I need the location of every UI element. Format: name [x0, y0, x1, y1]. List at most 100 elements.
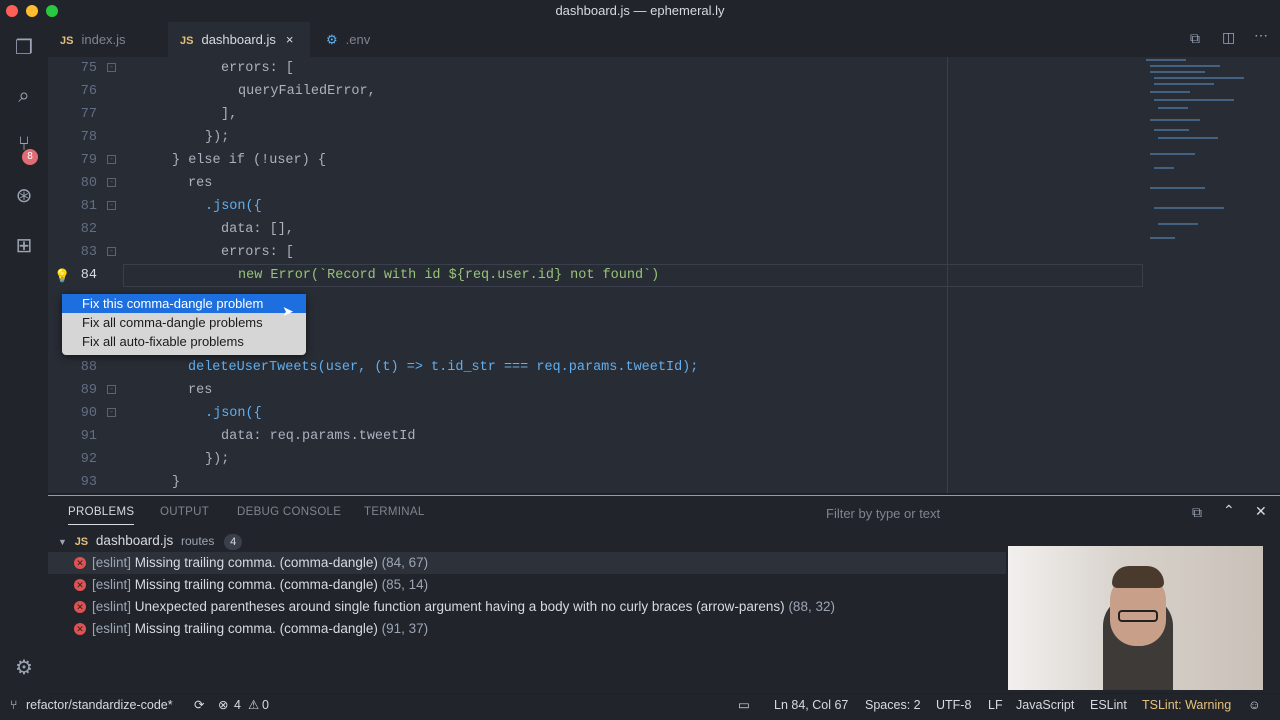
code-line: }); [205, 452, 230, 467]
collapse-all-icon[interactable]: ⧉ [1192, 504, 1202, 521]
status-bar: ⑂ refactor/standardize-code* ⟳ ⊗ 4 ⚠ 0 ▭… [0, 694, 1280, 720]
chevron-down-icon: ▼ [58, 537, 67, 547]
error-count-icon: ⊗ [218, 698, 229, 712]
code-line: res [188, 383, 213, 398]
code-line: new Error(`Record with id ${req.user.id}… [238, 268, 660, 283]
quick-fix-item[interactable]: Fix this comma-dangle problem [62, 294, 306, 313]
explorer-icon[interactable]: ❐ [12, 36, 36, 60]
branch-icon: ⑂ [10, 698, 18, 712]
tab-label: .env [345, 32, 371, 47]
tab-index-js[interactable]: JS index.js [48, 22, 166, 57]
tab-terminal[interactable]: TERMINAL [364, 506, 425, 518]
js-file-icon: JS [60, 35, 74, 47]
sync-icon[interactable]: ⟳ [194, 694, 204, 716]
line-number: 82 [80, 222, 97, 237]
gear-icon[interactable]: ⚙ [12, 656, 36, 680]
line-number: 83 [80, 245, 97, 260]
code-line: data: req.params.tweetId [221, 429, 416, 444]
tab-env[interactable]: ⚙ .env [314, 22, 424, 57]
line-number: 77 [80, 107, 97, 122]
line-number: 84 [80, 268, 97, 283]
line-number: 88 [80, 360, 97, 375]
problems-count-badge: 4 [224, 534, 243, 550]
line-ending[interactable]: LF [988, 694, 1003, 716]
maximize-window-button[interactable] [46, 5, 58, 17]
line-number: 78 [80, 130, 97, 145]
line-number: 89 [80, 383, 97, 398]
problems-file-folder: routes [181, 534, 215, 548]
git-branch[interactable]: refactor/standardize-code* [26, 694, 173, 716]
code-line: .json({ [205, 199, 262, 214]
code-editor[interactable]: 💡 75- errors: [ 76 queryFailedError, 77], … [48, 57, 1280, 493]
more-actions-icon[interactable]: ⋯ [1254, 27, 1268, 44]
line-number: 81 [80, 199, 97, 214]
debug-icon[interactable]: ⊛ [12, 184, 36, 208]
code-line: } [172, 475, 181, 490]
filter-input[interactable]: Filter by type or text [826, 506, 940, 521]
close-tab-icon[interactable]: × [286, 32, 294, 47]
js-file-icon: JS [180, 35, 194, 47]
open-preview-icon[interactable]: ⧉ [1190, 30, 1200, 47]
line-number: 90 [80, 406, 97, 421]
tab-debug-console[interactable]: DEBUG CONSOLE [237, 506, 341, 518]
error-icon: ✕ [74, 623, 86, 635]
problem-row[interactable]: ✕ [eslint] Missing trailing comma. (comm… [48, 552, 1006, 574]
close-panel-icon[interactable]: ✕ [1255, 503, 1267, 520]
language-mode[interactable]: JavaScript [1016, 694, 1074, 716]
encoding[interactable]: UTF-8 [936, 694, 971, 716]
tab-problems[interactable]: PROBLEMS [68, 506, 135, 525]
error-icon: ✕ [74, 579, 86, 591]
eslint-status[interactable]: ESLint [1090, 694, 1127, 716]
minimize-window-button[interactable] [26, 5, 38, 17]
error-count[interactable]: 4 [234, 694, 241, 716]
code-line: queryFailedError, [238, 84, 376, 99]
code-line: errors: [ [221, 245, 294, 260]
line-number: 93 [80, 475, 97, 490]
problems-file-group[interactable]: ▼ JS dashboard.js routes 4 [58, 530, 243, 552]
warning-count[interactable]: 0 [262, 694, 269, 716]
js-file-icon: JS [74, 536, 89, 548]
window-title: dashboard.js — ephemeral.ly [555, 3, 725, 18]
search-icon[interactable]: ⌕ [12, 84, 36, 108]
tab-label: dashboard.js [201, 32, 276, 47]
tab-dashboard-js[interactable]: JS dashboard.js × [168, 22, 310, 57]
indentation[interactable]: Spaces: 2 [865, 694, 921, 716]
problem-row[interactable]: ✕ [eslint] Missing trailing comma. (comm… [48, 574, 1006, 596]
code-line: data: [], [221, 222, 294, 237]
warning-icon: ⚠ [248, 698, 260, 712]
webcam-overlay [1008, 546, 1263, 690]
extensions-icon[interactable]: ⊞ [12, 234, 36, 258]
problem-row[interactable]: ✕ [eslint] Missing trailing comma. (comm… [48, 618, 1006, 640]
editor-tabs: JS index.js JS dashboard.js × ⚙ .env ⧉ ◫ ⋯ [48, 22, 1280, 57]
cursor-position[interactable]: Ln 84, Col 67 [774, 694, 848, 716]
code-line: ], [221, 107, 238, 122]
tab-output[interactable]: OUTPUT [160, 506, 209, 518]
quick-fix-item[interactable]: Fix all auto-fixable problems [62, 332, 306, 351]
line-number: 92 [80, 452, 97, 467]
line-number: 76 [80, 84, 97, 99]
title-bar: dashboard.js — ephemeral.ly [0, 0, 1280, 22]
code-line: errors: [ [221, 61, 294, 76]
maximize-panel-icon[interactable]: ⌃ [1223, 502, 1235, 519]
activity-bar: ❐ ⌕ ⑂ 8 ⊛ ⊞ ⚙ [0, 22, 48, 694]
close-window-button[interactable] [6, 5, 18, 17]
code-line: .json({ [205, 406, 262, 421]
quick-fix-menu: Fix this comma-dangle problem Fix all co… [62, 294, 306, 355]
code-line: res [188, 176, 213, 191]
line-number: 80 [80, 176, 97, 191]
minimap[interactable] [1140, 57, 1250, 257]
scm-badge: 8 [22, 149, 38, 165]
problem-row[interactable]: ✕ [eslint] Unexpected parentheses around… [48, 596, 1006, 618]
line-number: 79 [80, 153, 97, 168]
line-number: 75 [80, 61, 97, 76]
feedback-icon[interactable]: ☺ [1248, 694, 1261, 716]
split-editor-icon[interactable]: ◫ [1222, 29, 1235, 46]
terminal-icon[interactable]: ▭ [738, 694, 750, 716]
ruler [947, 57, 948, 493]
mouse-cursor-icon: ➤ [282, 303, 294, 319]
tslint-status[interactable]: TSLint: Warning [1142, 694, 1231, 716]
code-line: }); [205, 130, 230, 145]
problems-file-name: dashboard.js [95, 533, 174, 548]
line-number: 91 [80, 429, 97, 444]
quick-fix-item[interactable]: Fix all comma-dangle problems [62, 313, 306, 332]
